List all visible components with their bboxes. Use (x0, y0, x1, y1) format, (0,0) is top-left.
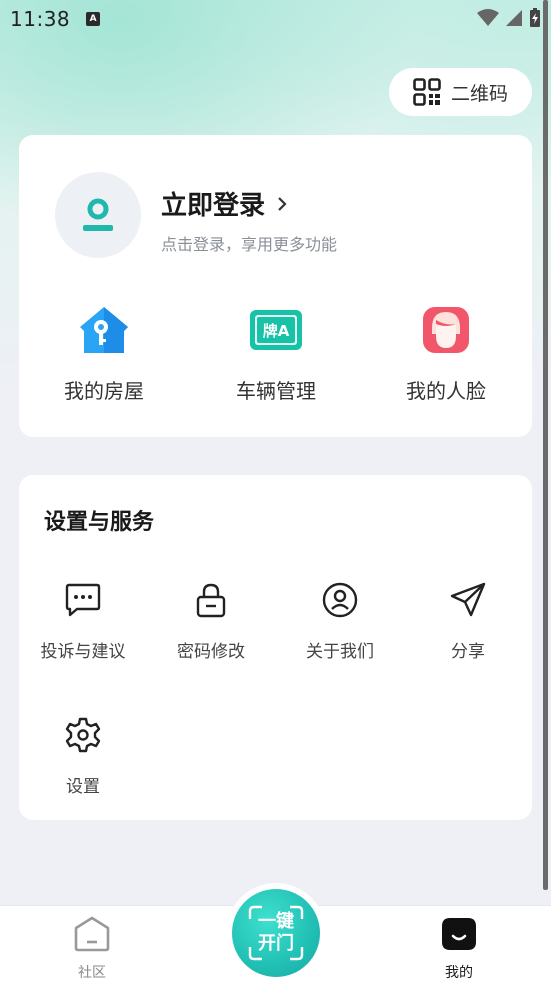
quick-actions: 我的房屋 牌A 车辆管理 我的人脸 (19, 305, 532, 405)
quick-action-label: 车辆管理 (236, 379, 316, 403)
service-about-us[interactable]: 关于我们 (276, 580, 404, 662)
profile-smile-icon (442, 918, 476, 950)
service-label: 设置 (66, 777, 100, 797)
status-bar: 11:38 A (0, 0, 551, 38)
quick-action-label: 我的人脸 (406, 379, 486, 403)
service-change-password[interactable]: 密码修改 (147, 580, 275, 662)
paper-plane-icon (450, 582, 486, 617)
service-label: 投诉与建议 (40, 642, 126, 662)
open-door-circle: 一键 开门 (232, 889, 320, 977)
status-time: 11:38 (10, 7, 71, 31)
plate-text: 牌A (263, 322, 290, 340)
license-plate-icon: 牌A (250, 310, 302, 350)
service-label: 关于我们 (306, 642, 374, 662)
nav-mine[interactable]: 我的 (414, 916, 504, 981)
login-link[interactable]: 立即登录 (161, 185, 287, 222)
qr-code-icon (413, 78, 441, 106)
scrollbar[interactable] (543, 0, 548, 890)
home-icon (74, 916, 110, 952)
service-feedback[interactable]: 投诉与建议 (19, 580, 147, 662)
quick-action-label: 我的房屋 (64, 379, 144, 403)
wifi-icon (477, 9, 499, 26)
status-icons (477, 8, 541, 28)
section-title: 设置与服务 (44, 510, 155, 535)
service-label: 分享 (451, 642, 485, 662)
service-share[interactable]: 分享 (404, 580, 532, 662)
face-icon (423, 307, 469, 353)
scan-frame-icon (248, 905, 304, 961)
notification-badge: A (86, 12, 101, 26)
profile-card: 立即登录 点击登录，享用更多功能 我的房屋 牌A 车辆管理 我的人脸 (19, 135, 532, 437)
services-card: 设置与服务 投诉与建议 密码修改 关于我们 分享 设置 (19, 475, 532, 820)
quick-action-my-house[interactable]: 我的房屋 (24, 305, 184, 404)
login-subtitle: 点击登录，享用更多功能 (161, 235, 338, 254)
chevron-right-icon (278, 196, 287, 211)
avatar[interactable] (55, 172, 141, 258)
qr-code-button[interactable]: 二维码 (389, 68, 532, 116)
house-key-icon (80, 307, 128, 353)
login-title: 立即登录 (161, 191, 266, 221)
quick-action-my-face[interactable]: 我的人脸 (366, 305, 526, 404)
quick-action-vehicles[interactable]: 牌A 车辆管理 (196, 305, 356, 404)
nav-label: 我的 (445, 965, 473, 981)
lock-icon (196, 583, 226, 618)
nav-label: 社区 (78, 965, 106, 981)
service-label: 密码修改 (177, 642, 245, 662)
qr-code-label: 二维码 (450, 82, 508, 105)
user-circle-icon (322, 582, 358, 618)
nav-community[interactable]: 社区 (47, 916, 137, 981)
battery-icon (530, 8, 540, 27)
gear-icon (65, 717, 101, 753)
signal-icon (506, 10, 522, 26)
message-dots-icon (65, 583, 101, 617)
service-settings[interactable]: 设置 (19, 715, 147, 797)
user-placeholder-icon (83, 198, 113, 231)
one-key-open-door-button[interactable]: 一键 开门 (226, 883, 326, 981)
